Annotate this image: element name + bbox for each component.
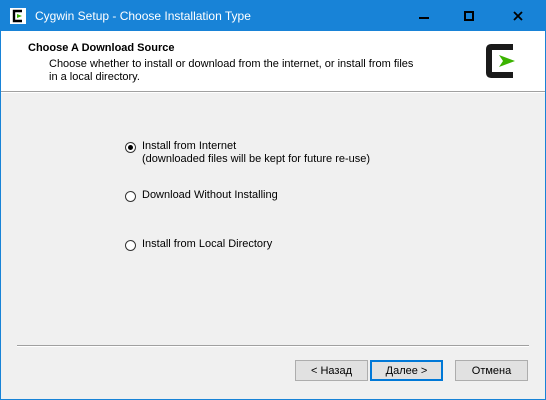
minimize-icon bbox=[418, 17, 429, 19]
options-area bbox=[1, 93, 545, 399]
maximize-icon bbox=[463, 11, 474, 21]
option-label: Install from Local Directory bbox=[142, 238, 273, 250]
footer-divider bbox=[17, 345, 529, 347]
cancel-button[interactable]: Отмена bbox=[455, 360, 528, 381]
close-button[interactable] bbox=[491, 1, 545, 31]
window-title: Cygwin Setup - Choose Installation Type bbox=[35, 9, 251, 23]
minimize-button[interactable] bbox=[401, 1, 446, 31]
radio-download-without-installing[interactable] bbox=[125, 191, 136, 202]
page-title: Choose A Download Source bbox=[28, 42, 175, 54]
setup-window: Cygwin Setup - Choose Installation Type … bbox=[0, 0, 546, 400]
maximize-button[interactable] bbox=[446, 1, 491, 31]
option-label: Download Without Installing bbox=[142, 189, 278, 201]
option-sublabel: (downloaded files will be kept for futur… bbox=[142, 153, 371, 165]
title-bar[interactable]: Cygwin Setup - Choose Installation Type bbox=[1, 1, 545, 31]
option-download-without-installing[interactable]: Download Without Installing bbox=[125, 189, 278, 202]
wizard-header: Choose A Download Source Choose whether … bbox=[1, 31, 545, 91]
radio-install-from-local-directory[interactable] bbox=[125, 240, 136, 251]
cygwin-app-icon bbox=[10, 8, 26, 24]
close-icon bbox=[513, 11, 523, 21]
cygwin-logo-icon bbox=[485, 43, 521, 79]
radio-install-from-internet[interactable] bbox=[125, 142, 136, 153]
next-button[interactable]: Далее > bbox=[370, 360, 443, 381]
back-button[interactable]: < Назад bbox=[295, 360, 368, 381]
option-install-from-local-directory[interactable]: Install from Local Directory bbox=[125, 238, 272, 251]
option-label: Install from Internet bbox=[142, 140, 237, 152]
page-subtitle: Choose whether to install or download fr… bbox=[49, 58, 414, 83]
option-install-from-internet[interactable]: Install from Internet (downloaded files … bbox=[125, 140, 370, 166]
